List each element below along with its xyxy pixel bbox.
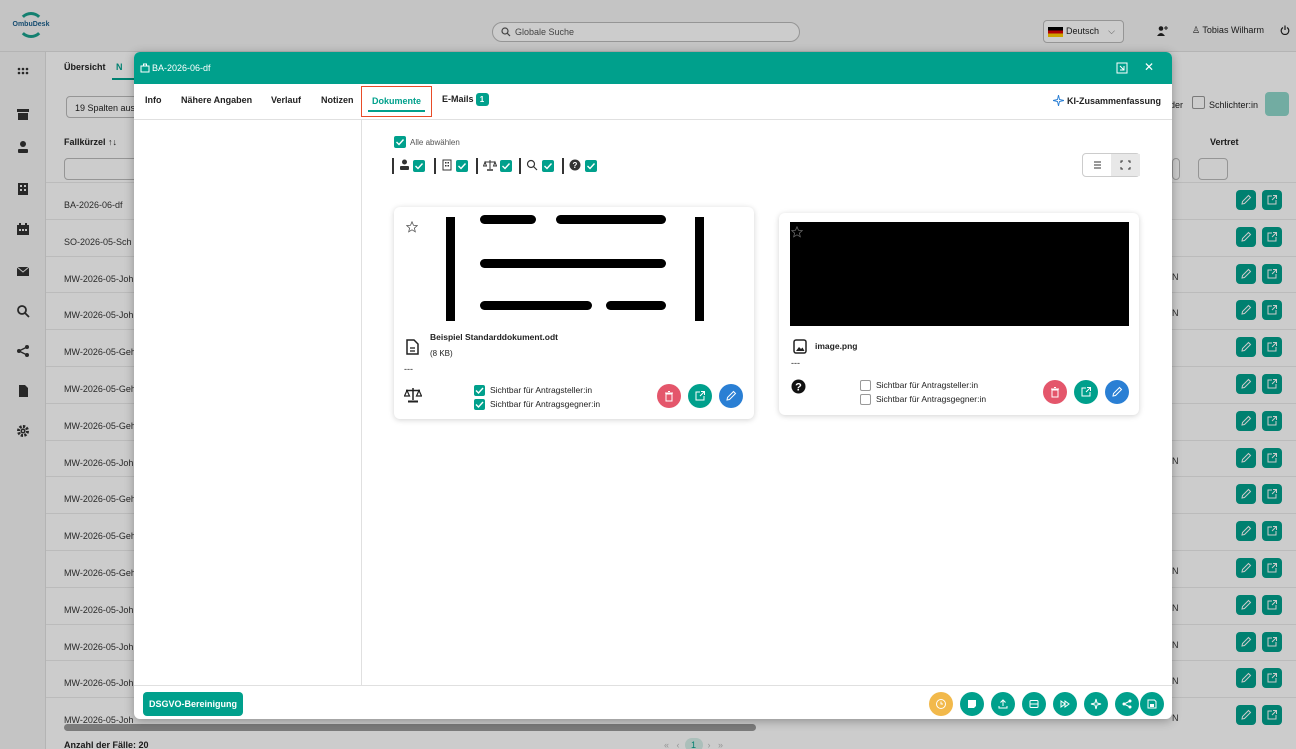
sparkle-icon [1053,95,1064,106]
document-card[interactable]: image.png --- ? Sichtbar für Antragstell… [779,213,1139,415]
star-icon[interactable] [791,226,803,238]
modal-header: BA-2026-06-df ✕ [134,52,1172,84]
grid-view-button[interactable] [1111,154,1140,176]
document-note: --- [404,364,413,374]
visible-opponent-checkbox[interactable] [474,399,485,410]
inbox-icon [1029,700,1039,708]
note-icon [968,700,976,708]
maximize-icon[interactable] [1116,62,1128,74]
visible-opponent-label: Sichtbar für Antragsgegner:in [490,399,601,409]
visible-applicant-label: Sichtbar für Antragsteller:in [490,385,593,395]
question-icon: ? [569,159,581,171]
svg-text:?: ? [573,161,578,170]
inbox-button[interactable] [1022,692,1046,716]
external-link-icon [695,391,705,401]
list-icon [1094,161,1101,169]
note-button[interactable] [960,692,984,716]
ki-summary-button[interactable]: KI-Zusammenfassung [1053,95,1161,106]
modal-title-text: BA-2026-06-df [152,63,211,73]
select-all-checkbox[interactable] [394,136,406,148]
document-size: (8 KB) [430,349,453,358]
image-file-icon [793,339,807,354]
save-button[interactable] [1140,692,1164,716]
filter-other-checkbox[interactable] [585,160,597,172]
person-icon [399,159,410,171]
modal-tabs: Info Nähere Angaben Verlauf Notizen Doku… [134,84,1172,120]
floppy-icon [1147,699,1157,709]
star-icon[interactable] [406,221,418,233]
trash-icon [1051,387,1059,398]
tab-info[interactable]: Info [145,95,162,105]
clock-icon [936,699,946,709]
select-all-label: Alle abwählen [410,138,460,147]
scale-icon [404,387,422,403]
tab-documents-label: Dokumente [371,96,421,106]
tab-documents[interactable]: Dokumente [361,86,432,117]
pencil-icon [726,390,737,401]
case-detail-modal: BA-2026-06-df ✕ Info Nähere Angaben Verl… [134,52,1172,719]
image-thumbnail[interactable] [790,222,1129,326]
modal-title: BA-2026-06-df [140,63,211,73]
share-icon [1122,699,1132,709]
sparkle-icon [1090,698,1102,710]
ki-summary-label: KI-Zusammenfassung [1067,96,1162,106]
question-icon: ? [791,379,806,394]
svg-text:?: ? [795,382,802,394]
filter-legal-checkbox[interactable] [500,160,512,172]
fast-forward-icon [1060,700,1070,708]
modal-footer: DSGVO-Bereinigung [134,685,1172,719]
grid-view-icon [1120,160,1131,170]
visible-applicant-checkbox[interactable] [860,380,871,391]
open-external-button[interactable] [688,384,712,408]
visible-opponent-checkbox[interactable] [860,394,871,405]
document-thumbnail[interactable] [446,215,704,323]
document-card[interactable]: Beispiel Standarddokument.odt (8 KB) ---… [394,207,754,419]
delete-button[interactable] [657,384,681,408]
tab-notes[interactable]: Notizen [321,95,354,105]
active-tab-underline [368,110,425,112]
timer-button[interactable] [929,692,953,716]
modal-sidebar [134,120,362,685]
delete-button[interactable] [1043,380,1067,404]
edit-button[interactable] [1105,380,1129,404]
view-toggle[interactable] [1082,153,1140,177]
email-count-badge: 1 [475,93,489,106]
document-name: Beispiel Standarddokument.odt [430,332,558,342]
document-note: --- [791,358,800,368]
upload-icon [998,699,1008,709]
external-link-icon [1081,387,1091,397]
tab-history[interactable]: Verlauf [271,95,301,105]
filter-person-checkbox[interactable] [413,160,425,172]
filter-search-checkbox[interactable] [542,160,554,172]
list-view-button[interactable] [1083,154,1112,176]
open-external-button[interactable] [1074,380,1098,404]
pencil-icon [1112,386,1123,397]
dsgvo-cleanup-button[interactable]: DSGVO-Bereinigung [143,692,243,716]
share-button[interactable] [1115,692,1139,716]
visible-opponent-label: Sichtbar für Antragsgegner:in [876,394,987,404]
tab-emails-label: E-Mails [442,94,474,104]
document-name: image.png [815,341,858,351]
tab-details[interactable]: Nähere Angaben [181,95,252,105]
briefcase-icon [140,63,150,73]
forward-button[interactable] [1053,692,1077,716]
visible-applicant-checkbox[interactable] [474,385,485,396]
search-icon [526,159,538,171]
tab-emails[interactable]: E-Mails 1 [442,93,489,106]
trash-icon [665,391,673,402]
filter-organization-checkbox[interactable] [456,160,468,172]
visible-applicant-label: Sichtbar für Antragsteller:in [876,380,979,390]
upload-button[interactable] [991,692,1015,716]
building-icon [442,159,452,171]
ai-button[interactable] [1084,692,1108,716]
edit-button[interactable] [719,384,743,408]
scale-icon [483,159,497,171]
close-icon[interactable]: ✕ [1144,60,1154,74]
document-file-icon [406,339,419,355]
